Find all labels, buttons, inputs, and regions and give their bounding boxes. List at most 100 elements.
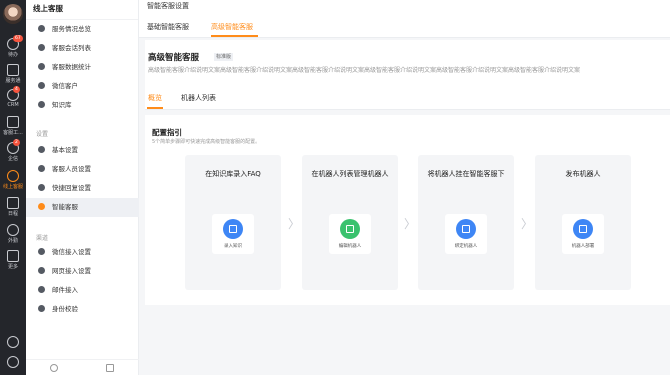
step-action-bind-robot[interactable]: 绑定机器人 xyxy=(445,214,487,254)
sidebar-item-sessions[interactable]: 客服会话列表 xyxy=(26,39,139,58)
step-action-enter-knowledge[interactable]: 录入知识 xyxy=(212,214,254,254)
rail-badge: 4 xyxy=(13,86,20,93)
rail-item-todo[interactable]: 67 待办 xyxy=(0,35,26,62)
subtab-overview[interactable]: 概览 xyxy=(148,93,162,103)
sidebar-item-label: 身份校验 xyxy=(52,305,78,313)
step-title: 在知识库录入FAQ xyxy=(205,170,261,178)
sidebar-item-agent-settings[interactable]: 客服人员设置 xyxy=(26,160,139,179)
calendar-icon xyxy=(7,197,19,209)
rail-badge: 67 xyxy=(13,35,23,42)
sidebar-item-overview[interactable]: 服务情况总览 xyxy=(26,20,139,39)
section-label-channels: 渠道 xyxy=(36,235,49,242)
chart-icon xyxy=(38,63,45,70)
collapse-icon[interactable] xyxy=(106,364,114,372)
sidebar-item-label: 客服会话列表 xyxy=(52,44,91,52)
rail-item-crm[interactable]: 4 CRM xyxy=(0,86,26,113)
tab-indicator xyxy=(211,35,258,37)
sidebar-item-label: 客服数据统计 xyxy=(52,63,91,71)
sub-tabs: 概览 机器人列表 xyxy=(145,90,670,110)
chevron-right-icon: 〉 xyxy=(521,217,534,231)
step-title: 发布机器人 xyxy=(565,170,601,178)
rail-label: 更多 xyxy=(7,264,18,270)
step-title: 在机器人列表管理机器人 xyxy=(311,170,389,178)
link-icon xyxy=(456,219,476,239)
guide-subtitle: 5个简单步骤即可快速完成高级智能客服的配置。 xyxy=(152,139,261,145)
overview-icon xyxy=(38,25,45,32)
sidebar-item-label: 客服人员设置 xyxy=(52,165,91,173)
sidebar-item-web-access[interactable]: 网页接入设置 xyxy=(26,262,139,281)
sidebar-item-basic-settings[interactable]: 基本设置 xyxy=(26,141,139,160)
step-action-label: 编辑机器人 xyxy=(338,244,362,249)
top-tabs: 基础智能客服 高级智能客服 xyxy=(139,13,670,38)
avatar[interactable] xyxy=(3,4,23,24)
user-icon xyxy=(7,356,19,368)
subtab-robot-list[interactable]: 机器人列表 xyxy=(181,93,216,103)
sidebar-title: 线上客服 xyxy=(26,0,138,20)
guide-title: 配置指引 xyxy=(152,128,182,137)
rail-item-schedule[interactable]: 日程 xyxy=(0,195,26,221)
rail-label: 企信 xyxy=(7,156,18,162)
page-title: 智能客服设置 xyxy=(139,0,670,13)
config-guide: 配置指引 5个简单步骤即可快速完成高级智能客服的配置。 在知识库录入FAQ 录入… xyxy=(145,115,670,305)
rail-item-messaging[interactable]: 2 企信 xyxy=(0,139,26,166)
intro-card: 高级智能客服 标准版 高级智能客服介绍说明文案高级智能客服介绍说明文案高级智能客… xyxy=(145,40,670,110)
rail-label: 服务通 xyxy=(5,78,21,84)
rail-item-service[interactable]: 服务通 xyxy=(0,62,26,88)
sidebar-item-smart-service[interactable]: 智能客服 xyxy=(26,198,139,217)
rail-item-field[interactable]: 外勤 xyxy=(0,222,26,248)
smile-icon xyxy=(7,170,19,182)
sidebar-item-knowledge-base[interactable]: 知识库 xyxy=(26,96,139,115)
wechat-icon xyxy=(38,248,45,255)
wechat-icon xyxy=(38,82,45,89)
card-description: 高级智能客服介绍说明文案高级智能客服介绍说明文案高级智能客服介绍说明文案高级智能… xyxy=(148,67,581,74)
list-icon xyxy=(38,44,45,51)
chevron-right-icon: 〉 xyxy=(288,217,301,231)
gear-icon xyxy=(7,336,19,348)
sidebar-item-email-access[interactable]: 邮件接入 xyxy=(26,281,139,300)
rail-label: 待办 xyxy=(7,52,18,58)
sidebar-item-label: 知识库 xyxy=(52,101,72,109)
main-content: 智能客服设置 基础智能客服 高级智能客服 高级智能客服 标准版 高级智能客服介绍… xyxy=(139,0,670,375)
sidebar-item-label: 邮件接入 xyxy=(52,286,78,294)
sidebar-item-identity-check[interactable]: 身份校验 xyxy=(26,300,139,319)
rail-item-more[interactable]: 更多 xyxy=(0,248,26,274)
section-label-settings: 设置 xyxy=(36,131,49,138)
bulb-icon xyxy=(38,203,45,210)
robot-icon xyxy=(340,219,360,239)
rail-label: 线上客服 xyxy=(2,184,23,190)
rail-item-agent-workbench[interactable]: 客服工... xyxy=(0,114,26,140)
grid-icon xyxy=(7,250,19,262)
box-icon xyxy=(7,116,19,128)
sidebar-item-wechat-customers[interactable]: 微信客户 xyxy=(26,77,139,96)
step-action-label: 录入知识 xyxy=(224,244,242,249)
tab-basic-smart-service[interactable]: 基础智能客服 xyxy=(147,22,189,32)
subtab-indicator xyxy=(147,107,163,109)
step-action-deploy-robot[interactable]: 机器人部署 xyxy=(562,214,604,254)
user-icon xyxy=(38,165,45,172)
step-title: 将机器人挂在智能客服下 xyxy=(427,170,505,178)
chevron-right-icon: 〉 xyxy=(404,217,417,231)
location-icon xyxy=(7,224,19,236)
sidebar-item-wechat-access[interactable]: 微信接入设置 xyxy=(26,243,139,262)
sidebar-item-quick-reply[interactable]: 快捷回复设置 xyxy=(26,179,139,198)
rail-contacts[interactable] xyxy=(0,354,26,375)
sidebar-item-label: 基本设置 xyxy=(52,146,78,154)
sidebar-menu: 线上客服 服务情况总览 客服会话列表 客服数据统计 微信客户 知识库 设置 基本… xyxy=(26,0,139,375)
app-rail: 67 待办 服务通 4 CRM 客服工... 2 企信 线上客服 日程 外勤 更… xyxy=(0,0,26,375)
rail-label: 外勤 xyxy=(7,238,18,244)
sidebar-item-label: 网页接入设置 xyxy=(52,267,91,275)
help-icon[interactable] xyxy=(50,364,58,372)
edition-badge: 标准版 xyxy=(214,53,234,61)
step-action-label: 机器人部署 xyxy=(571,244,595,249)
step-card-publish-robot: 发布机器人 机器人部署 xyxy=(535,155,631,290)
gear-icon xyxy=(38,146,45,153)
step-card-manage-robots: 在机器人列表管理机器人 编辑机器人 xyxy=(302,155,398,290)
tab-advanced-smart-service[interactable]: 高级智能客服 xyxy=(211,22,253,32)
card-title: 高级智能客服 xyxy=(148,53,200,63)
send-icon xyxy=(573,219,593,239)
step-action-edit-robot[interactable]: 编辑机器人 xyxy=(329,214,371,254)
sidebar-item-stats[interactable]: 客服数据统计 xyxy=(26,58,139,77)
book-icon xyxy=(38,101,45,108)
rail-item-online-service[interactable]: 线上客服 xyxy=(0,168,26,194)
sidebar-item-label: 智能客服 xyxy=(52,203,78,211)
